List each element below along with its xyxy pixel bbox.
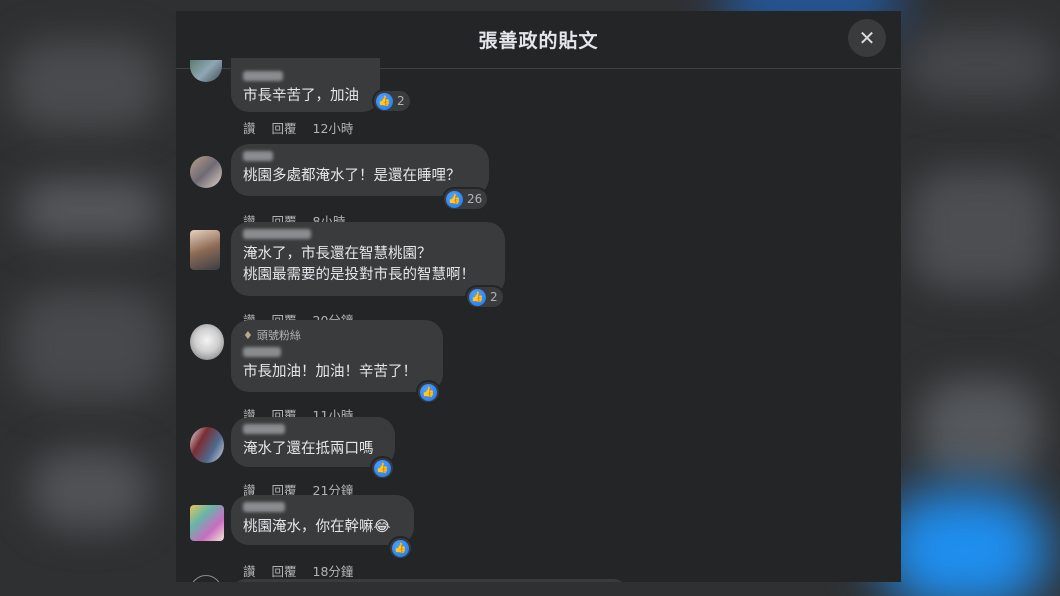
reaction-count[interactable]: 👍 26 [444,189,488,209]
comment-bubble [231,579,628,582]
comment-bubble: 桃園多處都淹水了！是還在睡哩？ [231,144,489,196]
thumbs-up-icon: 👍 [376,92,393,110]
comment-text: 桃園淹水，你在幹嘛😂 [243,519,391,535]
comment-text: 桃園多處都淹水了！是還在睡哩？ [243,168,461,184]
avatar[interactable] [190,156,222,188]
comment-actions: 讚 回覆 12小時 [243,118,353,137]
comment-bubble: ♦ 頭號粉絲 市長加油！加油！辛苦了！ [231,320,443,392]
badge-label: 頭號粉絲 [256,329,301,342]
close-button[interactable]: ✕ [848,19,886,57]
diamond-icon: ♦ [243,328,253,342]
comment-bubble: 桃園淹水，你在幹嘛😂 [231,495,414,545]
reaction-count[interactable]: 👍 2 [467,287,503,307]
close-icon: ✕ [858,26,876,50]
like-count: 26 [467,192,483,206]
commenter-name[interactable] [243,71,283,81]
thumbs-up-icon: 👍 [446,190,463,208]
reply-link[interactable]: 回覆 [272,118,297,137]
comment-bubble: 淹水了，市長還在智慧桃園？ 桃園最需要的是投對市長的智慧啊！ [231,222,505,296]
comment-text: 市長加油！加油！辛苦了！ [243,364,417,380]
like-link[interactable]: 讚 [243,561,256,580]
avatar[interactable] [190,324,224,360]
commenter-name[interactable] [243,151,273,161]
reaction-count[interactable]: 👍 [390,538,411,558]
comment-bubble: 市長辛苦了，加油 [231,58,380,112]
comment-text: 市長辛苦了，加油 [243,88,359,104]
commenter-name[interactable] [243,502,285,512]
avatar[interactable] [190,505,224,541]
thumbs-up-icon: 👍 [392,539,409,557]
commenter-name[interactable] [243,347,281,357]
commenter-name[interactable] [243,424,285,434]
dialog-title: 張善政的貼文 [478,30,599,52]
comment-actions: 讚 回覆 18分鐘 [243,561,353,580]
like-count: 2 [490,290,498,304]
comment-bubble: 淹水了還在抵兩口嗎 [231,417,395,467]
avatar[interactable] [190,230,220,270]
reply-link[interactable]: 回覆 [272,561,297,580]
reaction-count[interactable]: 👍 [372,458,393,478]
thumbs-up-icon: 👍 [374,459,391,477]
avatar[interactable] [190,575,222,582]
like-count: 2 [397,94,405,108]
thumbs-up-icon: 👍 [420,383,437,401]
reaction-count[interactable]: 👍 2 [374,91,410,111]
commenter-name[interactable] [243,229,311,239]
top-fan-badge: ♦ 頭號粉絲 [243,327,431,343]
comment-time[interactable]: 18分鐘 [313,561,354,580]
reaction-count[interactable]: 👍 [418,382,439,402]
comment-text: 淹水了，市長還在智慧桃園？ 桃園最需要的是投對市長的智慧啊！ [243,246,475,283]
post-dialog: 張善政的貼文 ✕ 市長辛苦了，加油 👍 2 讚 回覆 12小時 桃園多處都淹水了… [176,11,901,582]
avatar[interactable] [190,427,224,463]
comment-time[interactable]: 12小時 [313,118,354,137]
thumbs-up-icon: 👍 [469,288,486,306]
comment-text: 淹水了還在抵兩口嗎 [243,441,374,457]
like-link[interactable]: 讚 [243,118,256,137]
avatar[interactable] [190,60,222,82]
